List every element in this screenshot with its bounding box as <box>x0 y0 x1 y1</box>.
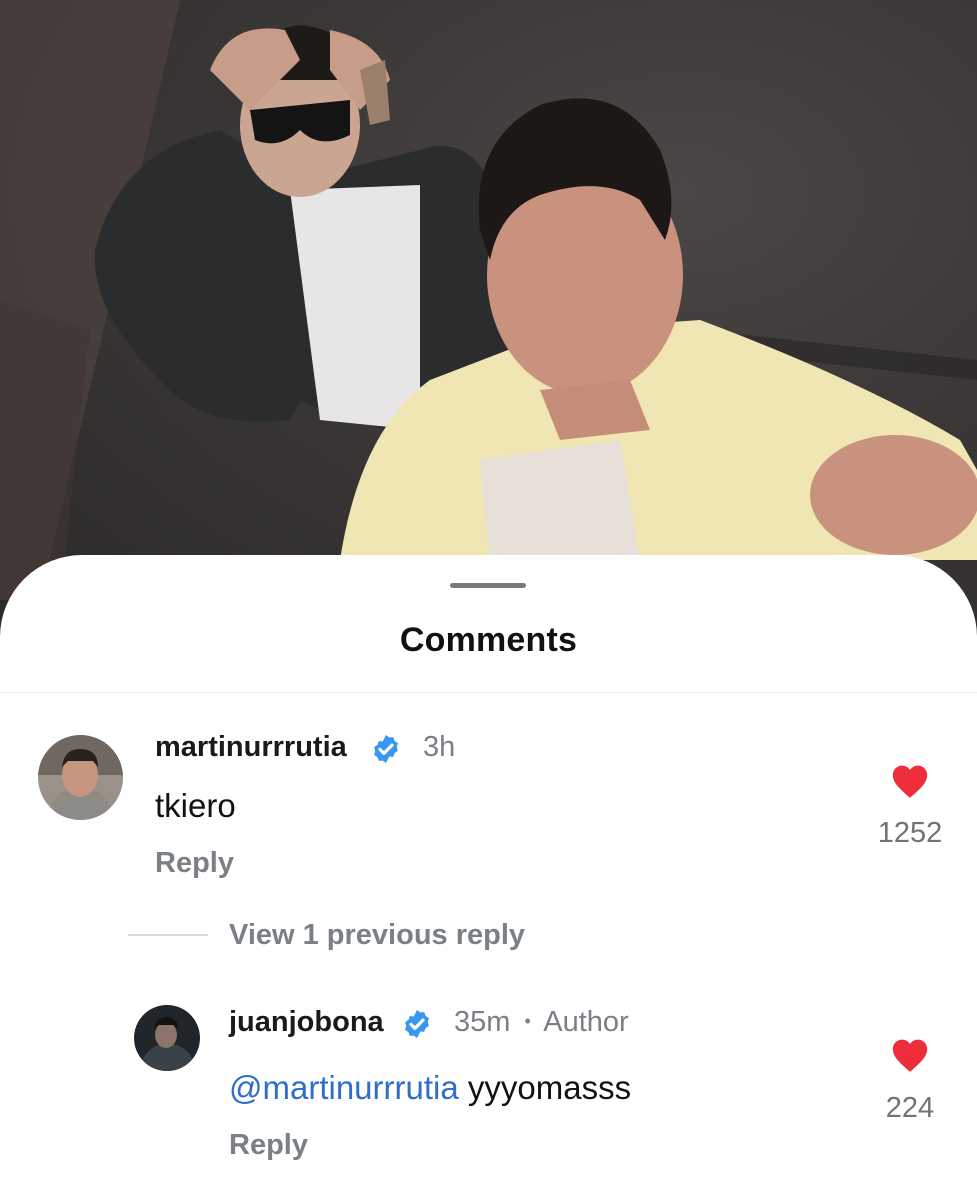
sheet-title: Comments <box>399 621 578 659</box>
reply-username[interactable]: juanjobona <box>229 1006 384 1039</box>
reply-text-body: yyyomasss <box>467 1069 632 1106</box>
reply-button[interactable]: Reply <box>155 847 234 880</box>
comment-time: 3h <box>423 731 456 763</box>
avatar-image <box>134 1005 200 1071</box>
post-photo <box>0 0 977 640</box>
verified-check-icon <box>405 1010 429 1038</box>
like-count: 224 <box>885 1092 935 1124</box>
like-count: 1252 <box>877 817 943 849</box>
heart-icon[interactable] <box>890 763 930 799</box>
divider <box>0 692 977 693</box>
reply-text: @martinurrrutia yyyomasss <box>229 1069 631 1107</box>
thread-line <box>128 934 208 936</box>
reply-time-value: 35m <box>454 1006 511 1038</box>
author-badge: Author <box>543 1006 629 1038</box>
verified-check-icon <box>374 735 398 763</box>
avatar-image <box>38 735 123 820</box>
meta-separator: • <box>524 1011 531 1031</box>
heart-icon[interactable] <box>890 1037 930 1073</box>
view-previous-reply-button[interactable]: View 1 previous reply <box>229 919 525 952</box>
reply-button[interactable]: Reply <box>229 1129 308 1162</box>
comments-sheet: Comments martinurrrutia 3h tkiero Reply … <box>0 555 977 1200</box>
comment-username[interactable]: martinurrrutia <box>155 731 347 764</box>
avatar[interactable] <box>134 1005 200 1071</box>
comment-text: tkiero <box>155 787 236 824</box>
mention-link[interactable]: @martinurrrutia <box>229 1069 459 1106</box>
photo-illustration <box>0 0 977 600</box>
avatar[interactable] <box>38 735 123 820</box>
drag-handle[interactable] <box>450 583 526 588</box>
reply-time: 35m • Author <box>454 1006 629 1039</box>
